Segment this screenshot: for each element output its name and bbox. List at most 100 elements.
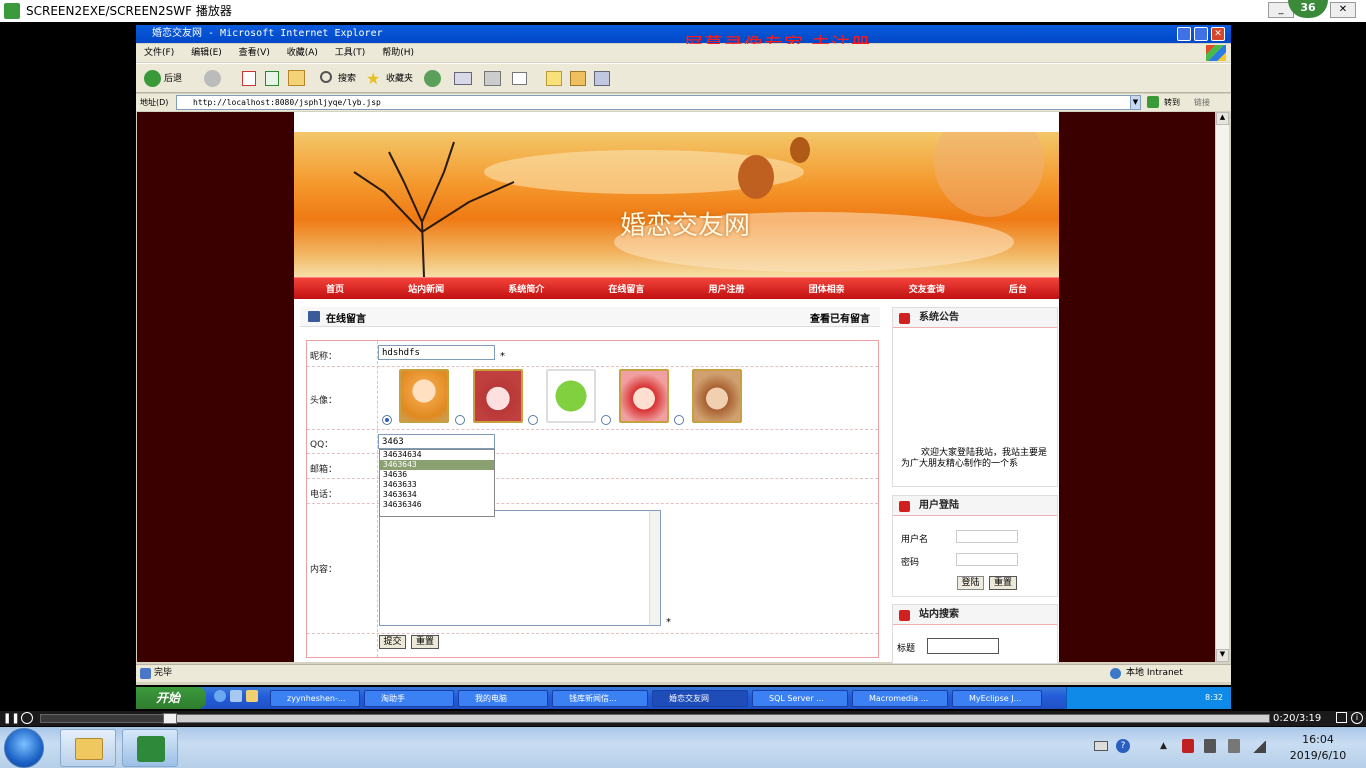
info-icon[interactable]: i <box>1351 712 1363 724</box>
close-button[interactable]: ✕ <box>1330 2 1356 18</box>
signal-icon[interactable] <box>1252 741 1266 753</box>
autocomplete-option-selected[interactable]: 3463643 <box>380 460 494 470</box>
login-button[interactable]: 登陆 <box>957 576 984 590</box>
autocomplete-option[interactable]: 34636 <box>380 470 494 480</box>
avatar-radio-5[interactable] <box>674 415 684 425</box>
nav-register[interactable]: 用户注册 <box>709 282 745 295</box>
autocomplete-option[interactable]: 34634634 <box>380 450 494 460</box>
task-item[interactable]: 淘助手 <box>364 689 454 707</box>
avatar-radio-2[interactable] <box>455 415 465 425</box>
menu-edit[interactable]: 编辑(E) <box>191 48 222 58</box>
textarea-scrollbar[interactable] <box>649 511 660 625</box>
scroll-down-icon[interactable]: ▼ <box>1216 649 1229 662</box>
avatar-option-1[interactable] <box>399 369 449 423</box>
messenger-icon[interactable] <box>594 71 610 86</box>
refresh-icon[interactable] <box>265 71 279 86</box>
back-button[interactable]: 后退 <box>164 70 182 88</box>
page-scrollbar[interactable]: ▲ ▼ <box>1215 112 1229 662</box>
task-item-active[interactable]: 婚恋交友网 <box>652 689 748 707</box>
nav-search[interactable]: 交友查询 <box>909 282 945 295</box>
task-item[interactable]: 钱库新闻信... <box>552 689 648 707</box>
player-taskbar-button[interactable] <box>122 729 178 767</box>
nav-admin[interactable]: 后台 <box>1009 282 1027 295</box>
task-item[interactable]: SQL Server ... <box>752 689 848 707</box>
tray-app-icon[interactable] <box>1182 739 1194 753</box>
search-button[interactable]: 搜索 <box>338 70 356 88</box>
address-input[interactable]: http://localhost:8080/jsphljyqe/lyb.jsp <box>176 95 1140 110</box>
seek-bar[interactable] <box>40 714 1270 723</box>
folder-icon[interactable] <box>546 71 562 86</box>
desktop-quicklaunch-icon[interactable] <box>230 690 242 702</box>
show-hidden-icons-icon[interactable]: ▲ <box>1160 741 1167 751</box>
qq-autocomplete-list[interactable]: 34634634 3463643 34636 3463633 3463634 3… <box>379 449 495 517</box>
seek-handle[interactable] <box>163 713 177 724</box>
menu-favorites[interactable]: 收藏(A) <box>287 48 318 58</box>
mail-icon[interactable] <box>454 72 472 85</box>
book-icon[interactable] <box>570 71 586 86</box>
reset-button[interactable]: 重置 <box>411 635 439 649</box>
username-input[interactable] <box>956 530 1018 543</box>
menu-view[interactable]: 查看(V) <box>239 48 270 58</box>
win7-clock[interactable]: 16:04 2019/6/10 <box>1280 732 1356 764</box>
help-icon[interactable]: ? <box>1116 739 1130 753</box>
go-button[interactable]: 转到 <box>1164 94 1180 111</box>
search-icon[interactable] <box>320 71 332 83</box>
autocomplete-option[interactable]: 34636346 <box>380 500 494 510</box>
autocomplete-option[interactable]: 3463633 <box>380 480 494 490</box>
xp-start-button[interactable]: 开始 <box>136 687 206 709</box>
view-messages-link[interactable]: 查看已有留言 <box>810 310 870 325</box>
content-textarea[interactable] <box>379 510 661 626</box>
nav-about[interactable]: 系统简介 <box>508 282 544 295</box>
back-icon[interactable] <box>144 70 161 87</box>
stop-icon[interactable] <box>242 71 256 86</box>
forward-icon[interactable] <box>204 70 221 87</box>
search-title-input[interactable] <box>927 638 999 654</box>
login-reset-button[interactable]: 重置 <box>989 576 1017 590</box>
avatar-option-4[interactable] <box>619 369 669 423</box>
ie-quicklaunch-icon[interactable] <box>214 690 226 702</box>
menu-tools[interactable]: 工具(T) <box>335 48 366 58</box>
task-item[interactable]: 我的电脑 <box>458 689 548 707</box>
avatar-radio-1[interactable] <box>382 415 392 425</box>
avatar-radio-3[interactable] <box>528 415 538 425</box>
address-dropdown-icon[interactable]: ▼ <box>1130 95 1141 110</box>
print-icon[interactable] <box>484 71 501 86</box>
keyboard-icon[interactable] <box>1094 741 1108 751</box>
task-item[interactable]: MyEclipse J... <box>952 689 1042 707</box>
menu-help[interactable]: 帮助(H) <box>382 48 414 58</box>
fullscreen-icon[interactable] <box>1336 712 1347 723</box>
explorer-taskbar-button[interactable] <box>60 729 116 767</box>
ie-close-button[interactable]: ✕ <box>1211 27 1225 41</box>
avatar-option-5[interactable] <box>692 369 742 423</box>
links-button[interactable]: 链接 <box>1194 94 1210 111</box>
nav-home[interactable]: 首页 <box>326 282 344 295</box>
ie-minimize-button[interactable] <box>1177 27 1191 41</box>
win7-start-orb[interactable] <box>4 728 44 768</box>
password-input[interactable] <box>956 553 1018 566</box>
submit-button[interactable]: 提交 <box>379 635 406 649</box>
stop-icon[interactable] <box>21 712 33 724</box>
ie-maximize-button[interactable] <box>1194 27 1208 41</box>
task-item[interactable]: Macromedia ... <box>852 689 948 707</box>
nav-news[interactable]: 站内新闻 <box>408 282 444 295</box>
nav-guestbook[interactable]: 在线留言 <box>608 282 644 295</box>
avatar-option-3[interactable] <box>546 369 596 423</box>
menu-file[interactable]: 文件(F) <box>144 48 174 58</box>
volume-icon[interactable] <box>1204 739 1216 753</box>
avatar-radio-4[interactable] <box>601 415 611 425</box>
favorites-button[interactable]: 收藏夹 <box>386 70 413 88</box>
qq-input[interactable] <box>378 434 495 449</box>
nickname-input[interactable] <box>378 345 495 360</box>
favorites-star-icon[interactable]: ★ <box>366 70 380 88</box>
go-arrow-icon[interactable] <box>1147 96 1159 108</box>
avatar-option-2[interactable] <box>473 369 523 423</box>
history-icon[interactable] <box>424 70 441 87</box>
task-item[interactable]: zyynheshen-... <box>270 689 360 707</box>
pause-icon[interactable]: ❚❚ <box>3 713 20 724</box>
autocomplete-option[interactable]: 3463634 <box>380 490 494 500</box>
edit-icon[interactable] <box>512 72 527 85</box>
app-quicklaunch-icon[interactable] <box>246 690 258 702</box>
scroll-up-icon[interactable]: ▲ <box>1216 112 1229 125</box>
network-icon[interactable] <box>1228 739 1240 753</box>
nav-group-dating[interactable]: 团体相亲 <box>809 282 845 295</box>
